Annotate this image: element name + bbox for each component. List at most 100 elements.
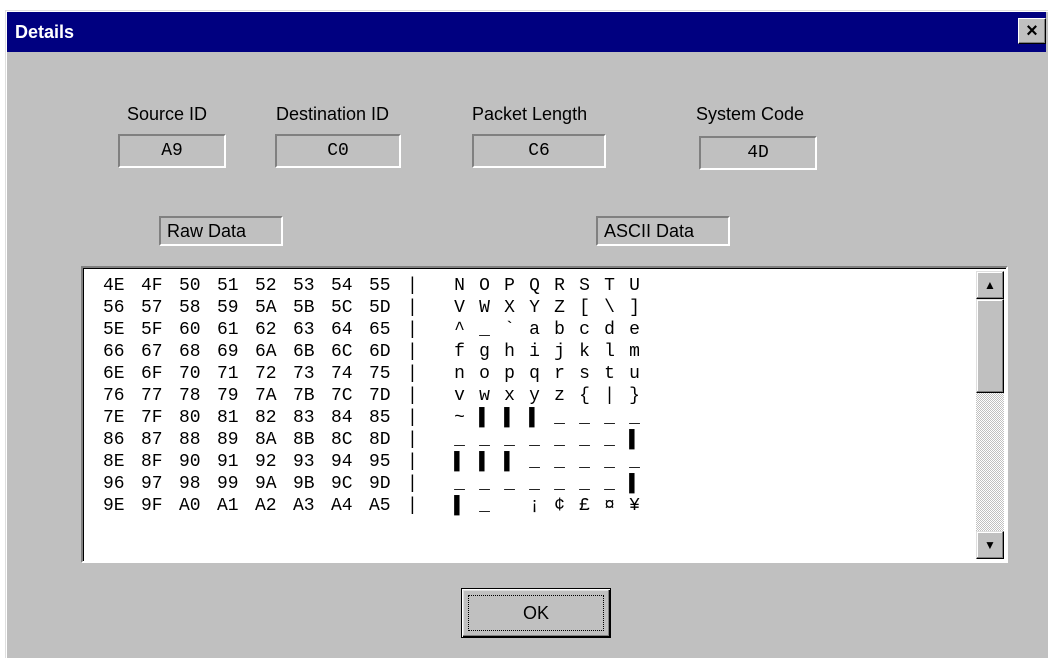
hex-byte: 7B [293, 386, 315, 406]
destination-id-label: Destination ID [276, 104, 390, 124]
ascii-char: l [604, 342, 615, 362]
column-separator: | [407, 276, 418, 296]
system-code-field: 4D [699, 136, 817, 170]
ascii-char: ▌ [629, 474, 640, 494]
data-row: 5E 5F 60 61 62 63 64 65 | ^ _ ` a b c d e [103, 319, 647, 341]
hex-byte: 68 [179, 342, 201, 362]
hex-byte: A0 [179, 496, 201, 516]
column-separator: | [407, 452, 418, 472]
dialog-title: Details [15, 22, 75, 42]
hex-byte: 9A [255, 474, 277, 494]
title-bar[interactable]: Details [7, 12, 1046, 52]
destination-id-field: C0 [275, 134, 401, 168]
ascii-char: _ [504, 474, 515, 494]
hex-byte: 60 [179, 320, 201, 340]
raw-data-label: Raw Data [159, 216, 283, 246]
ascii-char: N [454, 276, 465, 296]
ascii-char: z [554, 386, 565, 406]
hex-byte: 81 [217, 408, 239, 428]
hex-byte: 85 [369, 408, 391, 428]
hex-byte: A2 [255, 496, 277, 516]
ok-button[interactable]: OK [461, 588, 611, 638]
vertical-scrollbar[interactable]: ▲ ▼ [976, 271, 1004, 559]
hex-byte: 56 [103, 298, 125, 318]
hex-byte: 80 [179, 408, 201, 428]
data-row: 6E 6F 70 71 72 73 74 75 | n o p q r s t u [103, 363, 647, 385]
ascii-char: y [529, 386, 540, 406]
ascii-char: R [554, 276, 565, 296]
ascii-char: _ [479, 430, 490, 450]
scroll-down-button[interactable]: ▼ [976, 531, 1004, 559]
column-separator: | [407, 342, 418, 362]
ascii-char: k [579, 342, 590, 362]
hex-byte: 8D [369, 430, 391, 450]
ascii-char: ¤ [604, 496, 615, 516]
data-row: 8E 8F 90 91 92 93 94 95 | ▌ ▌ ▌ _ _ _ _ _ [103, 451, 647, 473]
ascii-char: U [629, 276, 640, 296]
ascii-char: m [629, 342, 640, 362]
source-id-label: Source ID [127, 104, 208, 124]
ascii-char: _ [454, 430, 465, 450]
data-row: 7E 7F 80 81 82 83 84 85 | ~ ▌ ▌ ▌ _ _ _ _ [103, 407, 647, 429]
hex-byte: 98 [179, 474, 201, 494]
column-separator: | [407, 408, 418, 428]
ascii-char: w [479, 386, 490, 406]
hex-byte: 75 [369, 364, 391, 384]
hex-byte: 7F [141, 408, 163, 428]
ascii-char: ^ [454, 320, 465, 340]
close-button[interactable]: × [1018, 18, 1046, 44]
ascii-char: _ [604, 452, 615, 472]
hex-byte: 87 [141, 430, 163, 450]
hex-byte: 9C [331, 474, 353, 494]
hex-byte: 55 [369, 276, 391, 296]
hex-byte: 6C [331, 342, 353, 362]
ascii-char: n [454, 364, 465, 384]
ascii-char: _ [479, 496, 490, 516]
ascii-char: b [554, 320, 565, 340]
hex-byte: 86 [103, 430, 125, 450]
hex-byte: 9F [141, 496, 163, 516]
hex-byte: 90 [179, 452, 201, 472]
hex-byte: 9E [103, 496, 125, 516]
hex-byte: 7A [255, 386, 277, 406]
ascii-char: ▌ [454, 452, 465, 472]
ascii-char: _ [554, 430, 565, 450]
ascii-char: ¢ [554, 496, 565, 516]
data-row: 66 67 68 69 6A 6B 6C 6D | f g h i j k l m [103, 341, 647, 363]
ascii-char: ▌ [629, 430, 640, 450]
hex-byte: 76 [103, 386, 125, 406]
ascii-char: _ [554, 474, 565, 494]
ascii-char: V [454, 298, 465, 318]
hex-byte: 6D [369, 342, 391, 362]
ascii-char: t [604, 364, 615, 384]
hex-byte: 8C [331, 430, 353, 450]
packet-length-field: C6 [472, 134, 606, 168]
hex-byte: 6E [103, 364, 125, 384]
hex-byte: 78 [179, 386, 201, 406]
data-row: 76 77 78 79 7A 7B 7C 7D | v w x y z {|} [103, 385, 647, 407]
scroll-thumb[interactable] [976, 299, 1004, 393]
scroll-up-button[interactable]: ▲ [976, 271, 1004, 299]
ascii-char: | [604, 386, 615, 406]
hex-byte: 8E [103, 452, 125, 472]
ascii-char: S [579, 276, 590, 296]
hex-byte: 4E [103, 276, 125, 296]
hex-byte: 93 [293, 452, 315, 472]
ascii-char: X [504, 298, 515, 318]
hex-byte: 97 [141, 474, 163, 494]
hex-byte: 69 [217, 342, 239, 362]
hex-byte: 64 [331, 320, 353, 340]
ascii-char: ~ [454, 408, 465, 428]
ascii-char: Y [529, 298, 540, 318]
ascii-char: _ [604, 408, 615, 428]
packet-data-listbox[interactable]: 4E 4F 50 51 52 53 54 55 | N O P Q R S T U 56 57 58 59 5A 5B 5C 5… [81, 266, 1008, 563]
ascii-char: { [579, 386, 590, 406]
data-row: 9E 9F A0 A1 A2 A3 A4 A5 | ▌ _ ¡ ¢ £ ¤ ¥ [103, 495, 647, 517]
ascii-char: _ [529, 452, 540, 472]
hex-byte: 70 [179, 364, 201, 384]
hex-byte: 6B [293, 342, 315, 362]
ascii-char: ▌ [504, 408, 515, 428]
ascii-char: x [504, 386, 515, 406]
hex-byte: 5D [369, 298, 391, 318]
hex-byte: 57 [141, 298, 163, 318]
